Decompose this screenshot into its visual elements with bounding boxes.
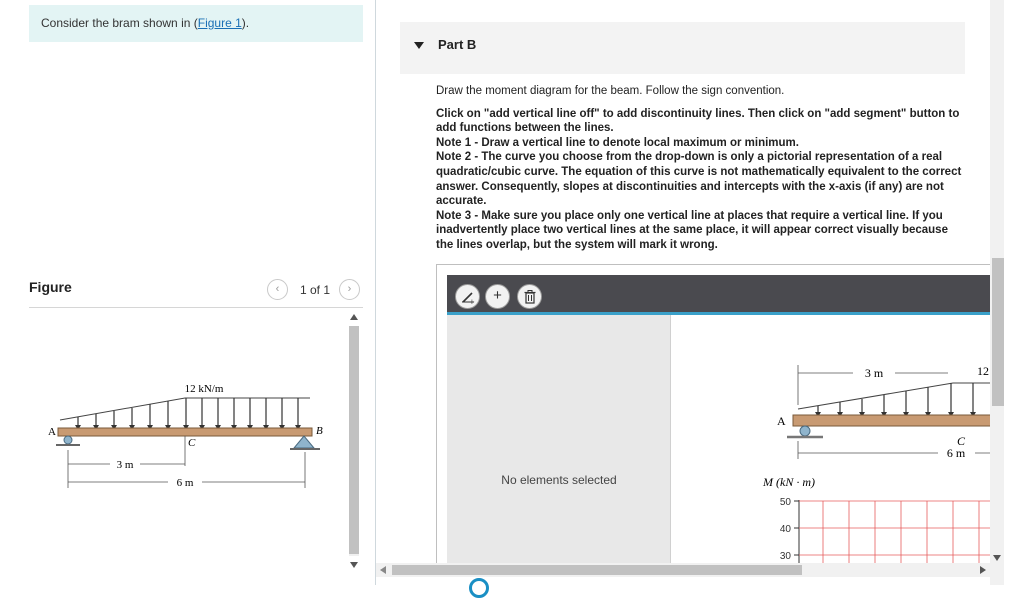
properties-panel: No elements selected [447,315,671,573]
add-vertical-line-button[interactable]: + [455,284,480,309]
delete-button[interactable] [517,284,542,309]
canvas-dim-3m: 3 m [865,366,884,380]
tick-label: 30 [780,551,792,562]
prompt-text: Consider the bram shown in ( [41,16,198,30]
right-pane: Part B Draw the moment diagram for the b… [376,0,990,585]
chevron-right-icon: › [347,283,352,295]
tick-label: 50 [780,497,792,508]
support-a-label: A [48,426,56,438]
scroll-up-icon[interactable] [350,314,358,320]
tick-label: 40 [780,524,792,535]
page-horizontal-scrollbar[interactable] [376,563,990,577]
no-selection-message: No elements selected [501,473,617,487]
svg-text:+: + [469,298,475,305]
loading-indicator-icon [469,578,489,598]
prev-figure-button[interactable]: ‹ [267,279,288,300]
scroll-right-icon[interactable] [980,566,986,574]
problem-prompt: Consider the bram shown in (Figure 1). [29,5,363,42]
scroll-left-icon[interactable] [380,566,386,574]
canvas-load-label: 12 [977,364,989,378]
page-vertical-scrollbar[interactable] [990,0,1004,585]
figure-scrollbar[interactable] [347,312,361,570]
left-pane: Consider the bram shown in (Figure 1). F… [0,0,375,585]
click-instruction: Click on "add vertical line off" to add … [436,107,960,135]
drawing-tool: + + No elements selected 3 m 12 A C 6 m … [436,264,990,574]
scroll-down-icon[interactable] [993,555,1001,561]
plus-icon: + [493,287,502,304]
figure-pager: 1 of 1 [300,283,331,297]
figure-title: Figure [29,279,72,295]
figure-link[interactable]: Figure 1 [198,16,242,30]
canvas-load-arrows [817,383,974,415]
page-vertical-scroll-thumb[interactable] [992,258,1004,406]
canvas-support-a-label: A [777,414,786,428]
page-horizontal-scroll-thumb[interactable] [392,565,802,575]
instruction-intro: Draw the moment diagram for the beam. Fo… [436,85,785,97]
support-b-label: B [316,425,323,437]
note-3: Note 3 - Make sure you place only one ve… [436,209,948,251]
support-a-roller [63,435,73,445]
canvas-dim-6m: 6 m [947,446,966,460]
note-1: Note 1 - Draw a vertical line to denote … [436,136,799,149]
prompt-text-end: ). [241,16,250,30]
support-b-pin [292,435,316,449]
figure-scroll-thumb[interactable] [349,326,359,554]
add-segment-button[interactable]: + [485,284,510,309]
part-label: Part B [438,37,477,52]
drawing-toolbar: + + [447,275,990,315]
note-2: Note 2 - The curve you choose from the d… [436,151,962,208]
canvas-figure: 3 m 12 A C 6 m M (kN · m) 50 40 30 [762,364,990,573]
figure-header: Figure ‹ 1 of 1 › [29,276,363,308]
scroll-down-icon[interactable] [350,562,358,568]
load-outline [59,397,310,421]
add-vertical-line-icon: + [461,292,475,306]
canvas-support-a [799,425,811,437]
load-label: 12 kN/m [185,383,224,395]
instructions: Draw the moment diagram for the beam. Fo… [436,84,968,253]
dim-6m-label: 6 m [177,477,194,489]
moment-axis-label: M (kN · m) [762,475,815,489]
drawing-canvas[interactable]: 3 m 12 A C 6 m M (kN · m) 50 40 30 [673,315,990,573]
caret-down-icon[interactable] [414,42,424,49]
dim-3m-label: 3 m [117,459,134,471]
load-arrows [77,398,299,428]
point-c-label: C [188,437,196,449]
instruction-notes: Click on "add vertical line off" to add … [436,107,968,253]
trash-icon [524,290,535,304]
next-figure-button[interactable]: › [339,279,360,300]
beam [57,427,313,437]
beam-figure: 12 kN/m A B C 3 m 6 m [48,383,323,489]
chevron-left-icon: ‹ [275,283,280,295]
part-b-header[interactable]: Part B [400,22,965,74]
canvas-beam [792,414,990,427]
